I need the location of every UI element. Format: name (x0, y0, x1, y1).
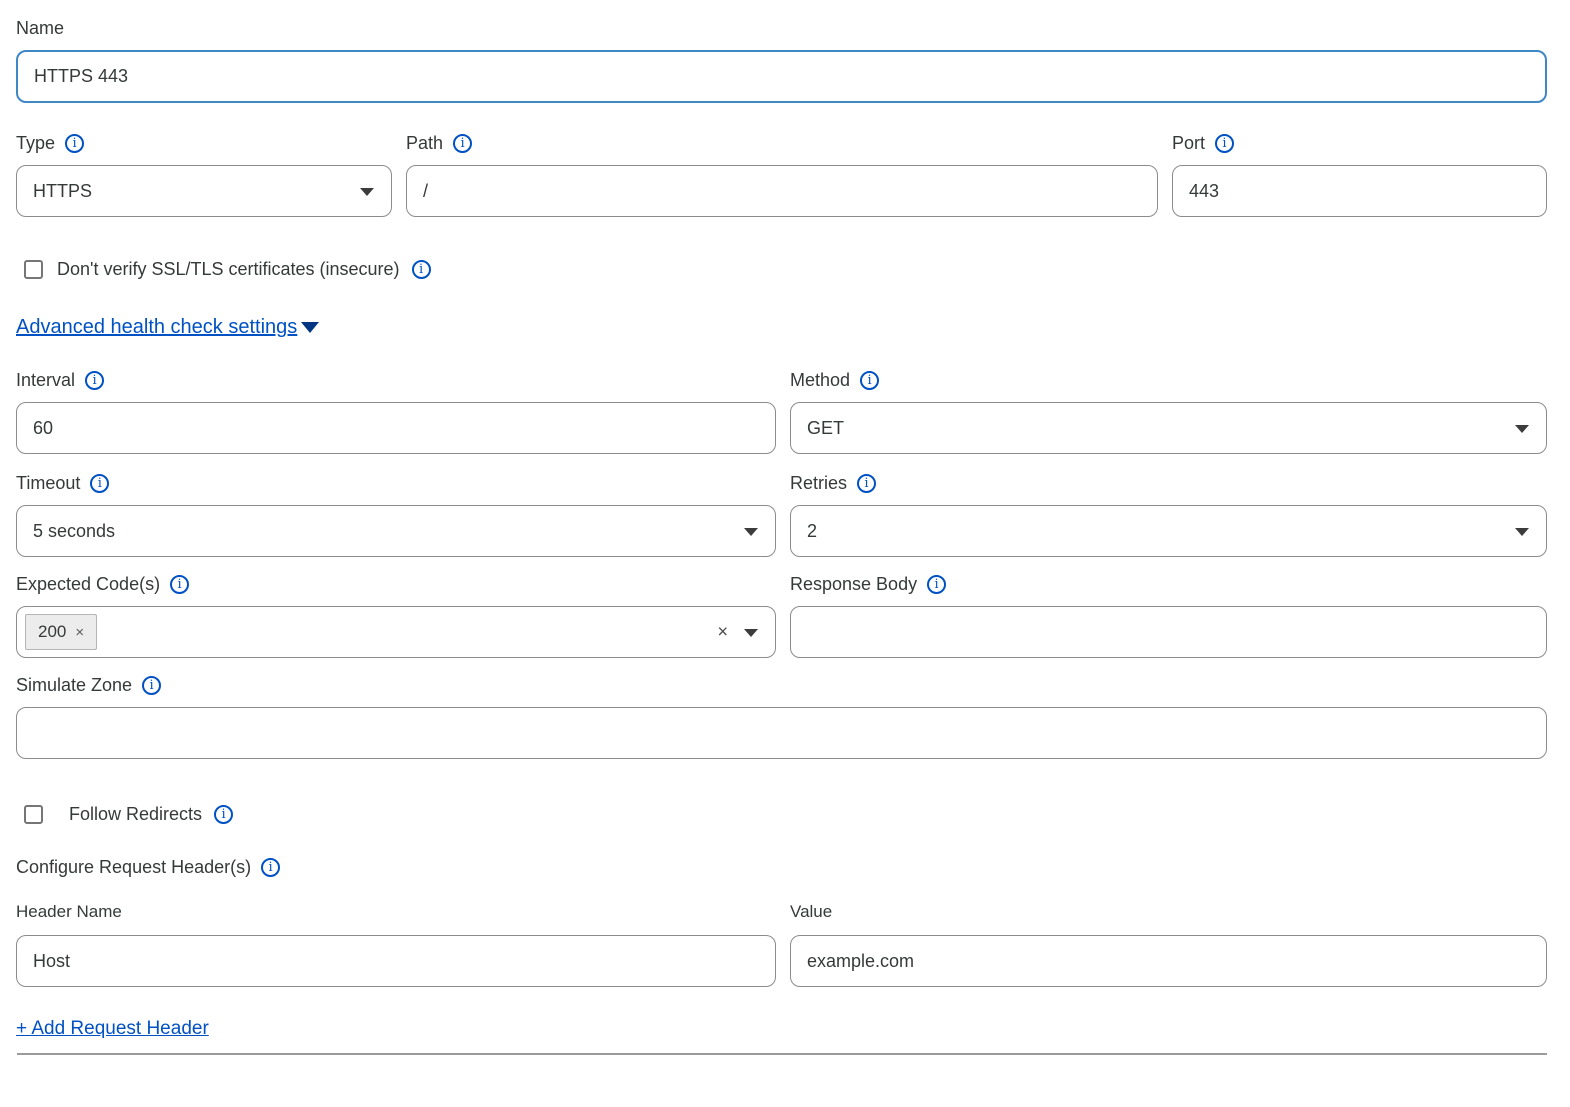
simulate-zone-input[interactable] (16, 707, 1547, 759)
timeout-select-value: 5 seconds (33, 521, 115, 542)
health-check-form: Name Type i HTTPS Path i Port i (0, 0, 1570, 1055)
path-field: Path i (406, 133, 1158, 217)
timeout-retries-row: Timeout i 5 seconds Retries i 2 (16, 473, 1547, 557)
port-field: Port i (1172, 133, 1547, 217)
interval-field: Interval i (16, 370, 776, 454)
port-input[interactable] (1172, 165, 1547, 217)
timeout-label: Timeout (16, 473, 80, 494)
name-input[interactable] (16, 50, 1547, 103)
follow-redirects-row: Follow Redirects i (24, 804, 1547, 825)
header-value-field: Value (790, 902, 1547, 987)
retries-label: Retries (790, 473, 847, 494)
timeout-select[interactable]: 5 seconds (16, 505, 776, 557)
remove-tag-icon[interactable]: × (75, 624, 84, 641)
method-select[interactable]: GET (790, 402, 1547, 454)
retries-select[interactable]: 2 (790, 505, 1547, 557)
interval-method-row: Interval i Method i GET (16, 370, 1547, 454)
response-body-label: Response Body (790, 574, 917, 595)
code-tag: 200 × (25, 614, 97, 650)
header-value-label: Value (790, 902, 1547, 922)
follow-redirects-checkbox[interactable] (24, 805, 43, 824)
header-name-field: Header Name (16, 902, 776, 987)
advanced-settings-link[interactable]: Advanced health check settings (16, 316, 319, 339)
port-label: Port (1172, 133, 1205, 154)
verify-ssl-row: Don't verify SSL/TLS certificates (insec… (24, 259, 1547, 280)
request-headers-section: Configure Request Header(s) i Header Nam… (16, 857, 1547, 987)
info-icon[interactable]: i (857, 474, 876, 493)
follow-redirects-label: Follow Redirects (69, 804, 202, 825)
info-icon[interactable]: i (170, 575, 189, 594)
header-row: Header Name Value (16, 902, 1547, 987)
simulate-zone-label: Simulate Zone (16, 675, 132, 696)
header-name-label: Header Name (16, 902, 776, 922)
type-path-port-row: Type i HTTPS Path i Port i (16, 133, 1547, 217)
path-input[interactable] (406, 165, 1158, 217)
type-select[interactable]: HTTPS (16, 165, 392, 217)
dont-verify-ssl-checkbox[interactable] (24, 260, 43, 279)
info-icon[interactable]: i (261, 858, 280, 877)
name-field: Name (16, 18, 1547, 103)
simulate-zone-field: Simulate Zone i (16, 675, 1547, 759)
dont-verify-ssl-label: Don't verify SSL/TLS certificates (insec… (57, 259, 400, 280)
header-value-input[interactable] (790, 935, 1547, 987)
clear-all-icon[interactable]: × (717, 622, 728, 643)
section-divider (17, 1053, 1547, 1055)
method-select-value: GET (807, 418, 844, 439)
code-tag-value: 200 (38, 622, 66, 642)
name-label: Name (16, 18, 64, 39)
response-body-input[interactable] (790, 606, 1547, 658)
chevron-down-icon (744, 629, 758, 637)
method-label: Method (790, 370, 850, 391)
request-headers-section-label: Configure Request Header(s) (16, 857, 251, 878)
response-body-field: Response Body i (790, 574, 1547, 658)
chevron-down-icon (1515, 425, 1529, 433)
type-select-value: HTTPS (33, 181, 92, 202)
expected-codes-field: Expected Code(s) i 200 × × (16, 574, 776, 658)
interval-input[interactable] (16, 402, 776, 454)
path-label: Path (406, 133, 443, 154)
info-icon[interactable]: i (860, 371, 879, 390)
retries-select-value: 2 (807, 521, 817, 542)
info-icon[interactable]: i (453, 134, 472, 153)
expected-codes-multiselect[interactable]: 200 × × (16, 606, 776, 658)
type-label: Type (16, 133, 55, 154)
info-icon[interactable]: i (85, 371, 104, 390)
type-field: Type i HTTPS (16, 133, 392, 217)
expected-codes-label: Expected Code(s) (16, 574, 160, 595)
info-icon[interactable]: i (90, 474, 109, 493)
header-name-input[interactable] (16, 935, 776, 987)
add-header-section: + Add Request Header (16, 1018, 1547, 1040)
retries-field: Retries i 2 (790, 473, 1547, 557)
info-icon[interactable]: i (65, 134, 84, 153)
info-icon[interactable]: i (927, 575, 946, 594)
caret-down-icon (301, 322, 319, 333)
chevron-down-icon (744, 528, 758, 536)
info-icon[interactable]: i (142, 676, 161, 695)
method-field: Method i GET (790, 370, 1547, 454)
info-icon[interactable]: i (214, 805, 233, 824)
advanced-settings-section: Advanced health check settings (16, 316, 1547, 339)
chevron-down-icon (1515, 528, 1529, 536)
interval-label: Interval (16, 370, 75, 391)
add-request-header-link[interactable]: + Add Request Header (16, 1018, 209, 1040)
info-icon[interactable]: i (412, 260, 431, 279)
advanced-settings-label: Advanced health check settings (16, 316, 297, 339)
info-icon[interactable]: i (1215, 134, 1234, 153)
codes-body-row: Expected Code(s) i 200 × × Response Body… (16, 574, 1547, 658)
timeout-field: Timeout i 5 seconds (16, 473, 776, 557)
chevron-down-icon (360, 188, 374, 196)
